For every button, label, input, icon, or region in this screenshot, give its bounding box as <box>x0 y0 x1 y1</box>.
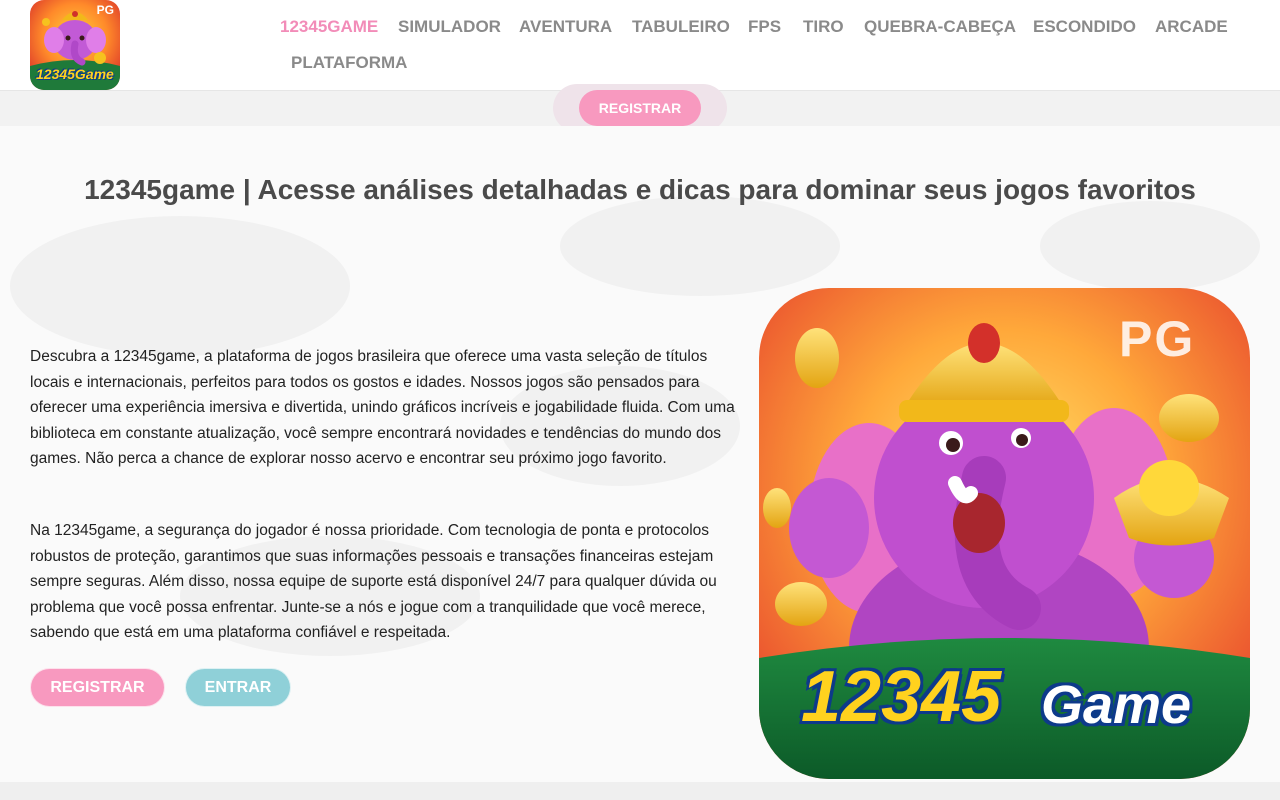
register-top-button[interactable]: REGISTRAR <box>579 90 701 126</box>
nav-item-12345game[interactable]: 12345GAME <box>280 17 378 37</box>
site-header: PG 12345Game 12345GAME SIMULADOR AVENTUR… <box>0 0 1280 91</box>
nav-item-simulador[interactable]: SIMULADOR <box>398 17 501 37</box>
hero-brand-word: Game <box>1041 675 1192 735</box>
page-title: 12345game | Acesse análises detalhadas e… <box>84 174 1196 205</box>
nav-item-tabuleiro[interactable]: TABULEIRO <box>632 17 730 37</box>
nav-item-arcade[interactable]: ARCADE <box>1155 17 1228 37</box>
nav-item-plataforma[interactable]: PLATAFORMA <box>291 53 407 73</box>
nav-item-escondido[interactable]: ESCONDIDO <box>1033 17 1136 37</box>
nav-item-aventura[interactable]: AVENTURA <box>519 17 612 37</box>
logo-brand-text: 12345Game <box>36 66 114 82</box>
register-button[interactable]: REGISTRAR <box>30 668 165 707</box>
hero-image: PG 12345 Game <box>759 288 1250 779</box>
nav-item-tiro[interactable]: TIRO <box>803 17 844 37</box>
hero-badge: PG <box>1119 311 1196 367</box>
site-logo[interactable]: PG 12345Game <box>30 0 120 90</box>
nav-item-quebra-cabeca[interactable]: QUEBRA-CABEÇA <box>864 17 1016 37</box>
hero-brand-number: 12345 <box>801 657 1002 737</box>
main-section: 12345game | Acesse análises detalhadas e… <box>0 126 1280 782</box>
nav-item-fps[interactable]: FPS <box>748 17 781 37</box>
login-button[interactable]: ENTRAR <box>185 668 291 707</box>
footer-strip <box>0 782 1280 800</box>
intro-paragraph: Descubra a 12345game, a plataforma de jo… <box>30 348 735 468</box>
logo-badge: PG <box>96 3 114 17</box>
security-paragraph: Na 12345game, a segurança do jogador é n… <box>30 522 717 642</box>
